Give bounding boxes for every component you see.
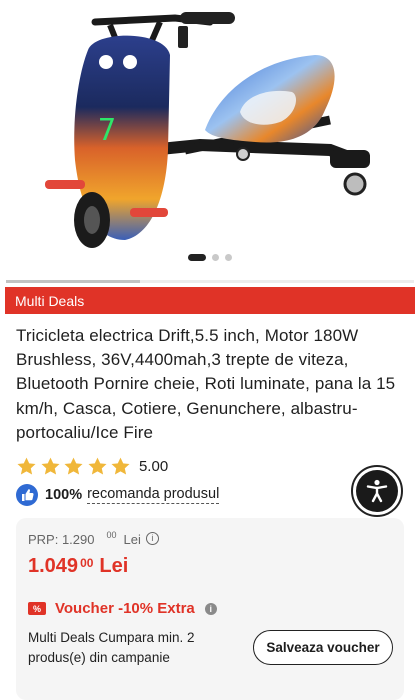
price-cents: 00 [80, 556, 94, 570]
gallery-scrollbar[interactable] [6, 280, 414, 283]
star-icon [17, 457, 36, 475]
current-price: 1.049 00 Lei [28, 555, 128, 578]
star-icon [111, 457, 130, 475]
product-photo: 7 [45, 12, 370, 248]
gallery-scrollbar-thumb[interactable] [6, 280, 140, 283]
prp-label: PRP: 1.290 [28, 532, 95, 547]
carousel-dots [0, 254, 420, 261]
store-banner-label: Multi Deals [15, 293, 85, 309]
rating[interactable]: 5.00 [16, 456, 168, 477]
recommended-price: PRP: 1.290 00 Lei i [28, 530, 159, 547]
prp-currency: Lei [123, 532, 141, 547]
info-icon[interactable]: i [204, 602, 217, 615]
voucher-tag-icon: % [28, 602, 46, 615]
product-image[interactable]: 7 [0, 0, 420, 270]
save-voucher-button[interactable]: Salveaza voucher [253, 630, 393, 665]
recommend-percent: 100% [45, 487, 83, 503]
price-main: 1.049 [28, 555, 79, 577]
recommend-row[interactable]: 100% recomanda produsul [16, 484, 220, 506]
price-currency: Lei [99, 555, 129, 577]
product-title: Tricicleta electrica Drift,5.5 inch, Mot… [16, 326, 396, 442]
thumbs-up-icon [16, 484, 38, 506]
recommend-text[interactable]: recomanda produsul [87, 486, 220, 504]
carousel-dot[interactable] [225, 254, 232, 261]
svg-text:7: 7 [98, 113, 116, 148]
store-banner[interactable]: Multi Deals [5, 287, 415, 314]
star-icon [88, 457, 107, 475]
prp-cents: 00 [106, 530, 117, 540]
carousel-dot-active[interactable] [188, 254, 206, 261]
accessibility-button[interactable] [351, 465, 403, 517]
star-icon [41, 457, 60, 475]
price-card: PRP: 1.290 00 Lei i 1.049 00 Lei % Vouch… [16, 518, 404, 700]
info-icon[interactable]: i [145, 532, 159, 545]
voucher-title: Voucher -10% Extra [55, 600, 195, 617]
star-icon [64, 457, 83, 475]
accessibility-icon [366, 479, 388, 503]
rating-value: 5.00 [138, 458, 169, 475]
carousel-dot[interactable] [212, 254, 219, 261]
voucher-row[interactable]: % Voucher -10% Extra i [28, 600, 217, 617]
voucher-description: Multi Deals Cumpara min. 2 produs(e) din… [28, 630, 195, 665]
